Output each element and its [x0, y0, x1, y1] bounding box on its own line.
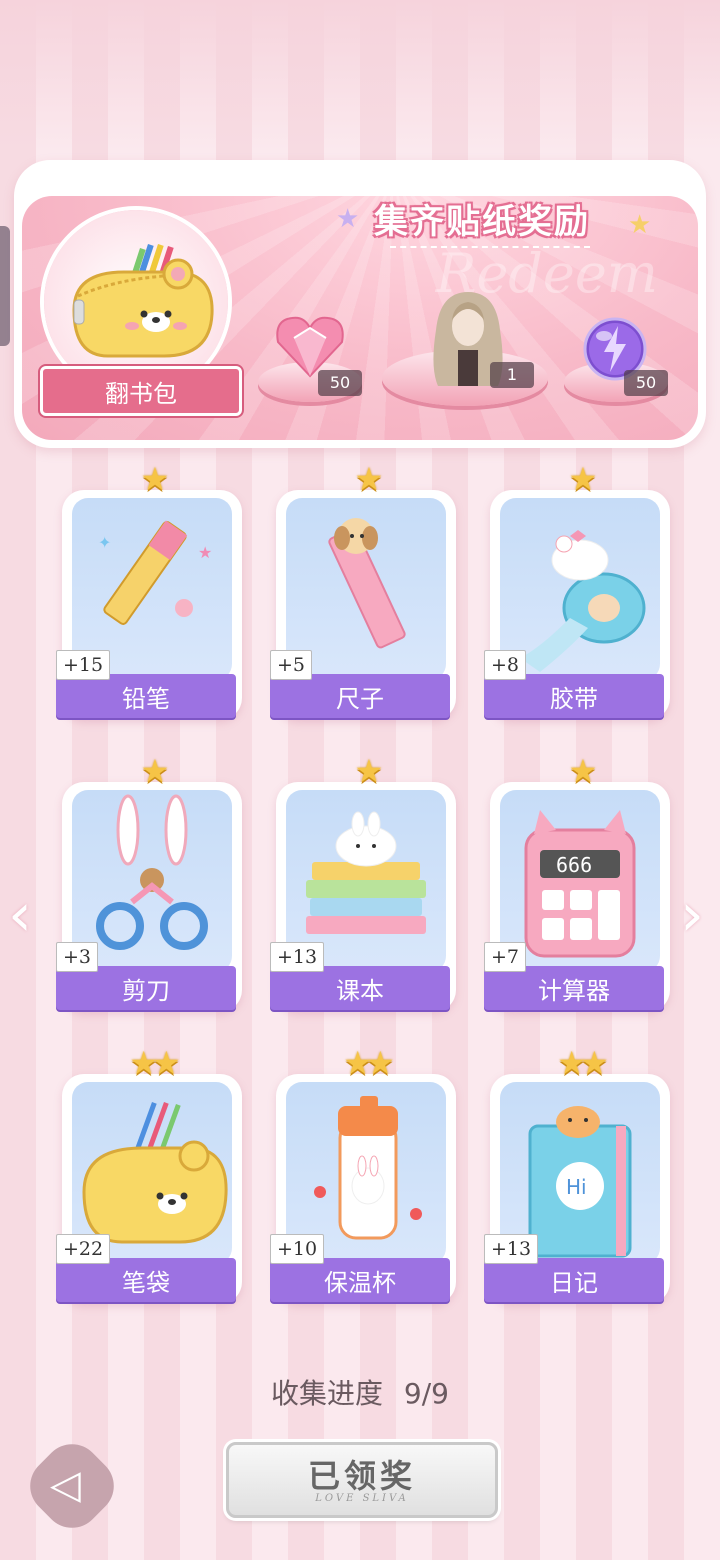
sticker-name: 铅笔	[56, 674, 236, 718]
sticker-card-tape[interactable]: 胶带 +8 ★	[484, 460, 670, 720]
sticker-bonus: +13	[484, 1234, 539, 1264]
card-frame: 笔袋 +22	[56, 1074, 242, 1304]
sticker-bonus: +3	[56, 942, 99, 972]
svg-text:666: 666	[556, 853, 592, 877]
rarity-star-icon: ★★	[557, 1044, 608, 1082]
sticker-name: 胶带	[484, 674, 664, 718]
next-page-arrow[interactable]: ›	[680, 880, 704, 950]
rarity-star-icon: ★★	[343, 1044, 394, 1082]
sticker-name: 日记	[484, 1258, 664, 1302]
sticker-bonus: +7	[484, 942, 527, 972]
sticker-name: 保温杯	[270, 1258, 450, 1302]
svg-text:Hi: Hi	[566, 1175, 587, 1199]
top-backdrop	[0, 0, 720, 150]
sticker-name: 尺子	[270, 674, 450, 718]
card-frame: 课本 +13	[270, 782, 456, 1012]
sticker-bonus: +8	[484, 650, 527, 680]
sticker-bonus: +5	[270, 650, 313, 680]
reward-count: 50	[624, 370, 668, 396]
sticker-name: 计算器	[484, 966, 664, 1010]
rarity-star-icon: ★	[354, 752, 384, 790]
rarity-star-icon: ★	[140, 752, 170, 790]
claimed-button-sub: LOVE SLIVA	[315, 1493, 409, 1504]
sticker-card-scissors[interactable]: 剪刀 +3 ★	[56, 752, 242, 1012]
card-frame: 666 计算器 +7	[484, 782, 670, 1012]
card-frame: 胶带 +8	[484, 490, 670, 720]
prev-page-arrow[interactable]: ‹	[8, 880, 32, 950]
gold-star-icon: ★	[628, 210, 652, 240]
main-reward-label: 翻书包	[40, 366, 242, 416]
card-frame: 剪刀 +3	[56, 782, 242, 1012]
sticker-card-pencil-case[interactable]: 笔袋 +22 ★★	[56, 1044, 242, 1304]
rarity-star-icon: ★	[140, 460, 170, 498]
banner-title: 集齐贴纸奖励	[374, 202, 590, 242]
sticker-bonus: +13	[270, 942, 325, 972]
sticker-card-textbook[interactable]: 课本 +13 ★	[270, 752, 456, 1012]
title-dashed-line	[390, 246, 590, 248]
sticker-bonus: +15	[56, 650, 111, 680]
rarity-star-icon: ★	[354, 460, 384, 498]
rarity-star-icon: ★★	[129, 1044, 180, 1082]
sticker-bonus: +10	[270, 1234, 325, 1264]
purple-star-icon: ★	[336, 204, 360, 234]
side-drawer-tab[interactable]	[0, 226, 10, 346]
svg-text:★: ★	[198, 543, 212, 562]
claimed-button-label: 已领奖	[307, 1457, 416, 1495]
card-frame: ✦ ★ 铅笔 +15	[56, 490, 242, 720]
rarity-star-icon: ★	[568, 460, 598, 498]
card-frame: 保温杯 +10	[270, 1074, 456, 1304]
sticker-card-ruler[interactable]: 尺子 +5 ★	[270, 460, 456, 720]
collection-progress: 收集进度 9/9	[0, 1372, 720, 1412]
progress-label: 收集进度	[271, 1377, 384, 1410]
sticker-card-pencil[interactable]: ✦ ★ 铅笔 +15 ★	[56, 460, 242, 720]
progress-value: 9/9	[403, 1377, 449, 1410]
sticker-name: 剪刀	[56, 966, 236, 1010]
sticker-card-calculator[interactable]: 666 计算器 +7 ★	[484, 752, 670, 1012]
svg-text:✦: ✦	[98, 533, 111, 552]
sticker-bonus: +22	[56, 1234, 111, 1264]
sticker-name: 课本	[270, 966, 450, 1010]
card-frame: Hi 日记 +13	[484, 1074, 670, 1304]
banner-title-group: ★ 集齐贴纸奖励 ★	[330, 190, 660, 250]
sticker-card-diary[interactable]: Hi 日记 +13 ★★	[484, 1044, 670, 1304]
sticker-name: 笔袋	[56, 1258, 236, 1302]
reward-count: 50	[318, 370, 362, 396]
rarity-star-icon: ★	[568, 752, 598, 790]
card-frame: 尺子 +5	[270, 490, 456, 720]
reward-count: 1	[490, 362, 534, 388]
claimed-button[interactable]: 已领奖 LOVE SLIVA	[226, 1442, 498, 1518]
sticker-card-thermos[interactable]: 保温杯 +10 ★★	[270, 1044, 456, 1304]
back-arrow-icon: ◁	[50, 1462, 81, 1508]
